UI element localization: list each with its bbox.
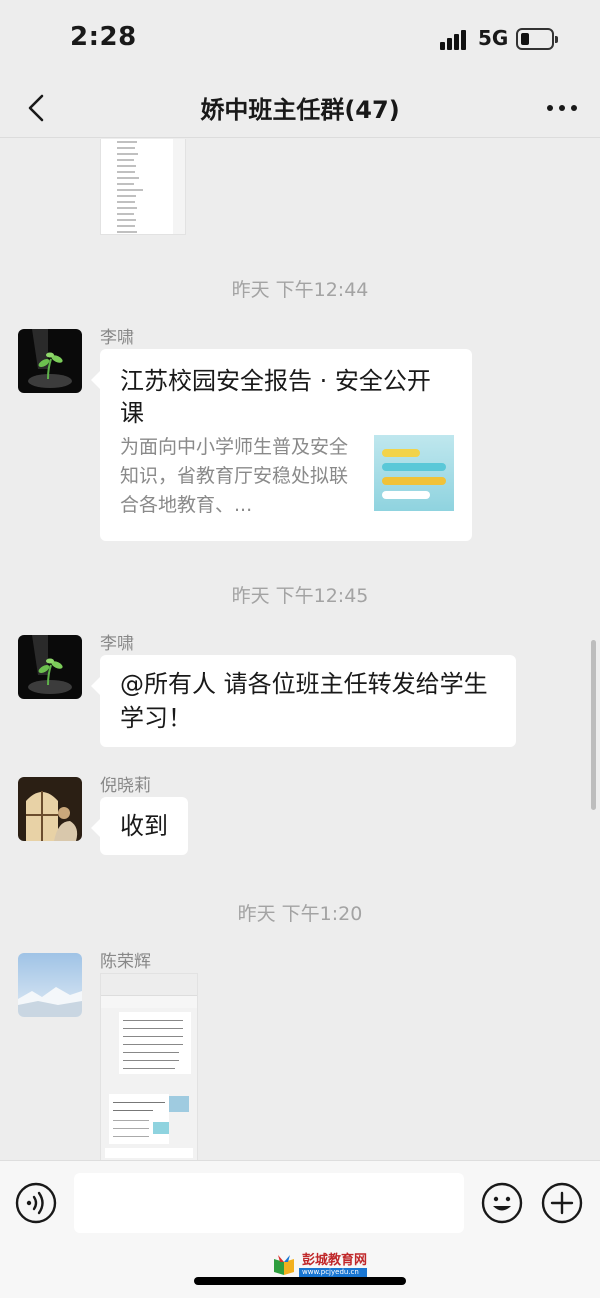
emoji-icon — [481, 1182, 523, 1224]
add-icon — [541, 1182, 583, 1224]
voice-icon — [15, 1182, 57, 1224]
watermark-url: www.pcjyedu.cn — [299, 1267, 368, 1277]
sender-name: 李啸 — [100, 634, 134, 654]
watermark-text: 彭城教育网 — [302, 1252, 368, 1268]
nav-bar: 娇中班主任群(47) — [0, 80, 600, 138]
chat-scrollbar[interactable] — [591, 640, 596, 810]
time-separator: 昨天 下午1:20 — [237, 903, 363, 925]
sprout-avatar-image — [18, 635, 82, 699]
image-message-screenshot[interactable] — [100, 973, 198, 1160]
forwarded-screenshot-image — [101, 974, 197, 1160]
more-button[interactable] — [544, 90, 580, 126]
sender-name: 李啸 — [100, 328, 134, 348]
text-message[interactable]: @所有人 请各位班主任转发给学生学习！ — [91, 655, 516, 747]
time-separator: 昨天 下午12:44 — [231, 279, 369, 301]
image-message-document[interactable] — [100, 139, 186, 235]
link-card-message[interactable]: 江苏校园安全报告 · 安全公开课 为面向中小学师生普及安全知识，省教育厅安稳处拟… — [91, 349, 472, 541]
status-time: 2:28 — [70, 22, 137, 52]
chat-title: 娇中班主任群(47) — [200, 96, 400, 124]
sender-name: 倪晓莉 — [100, 776, 151, 796]
add-button[interactable] — [540, 1181, 584, 1225]
link-card-title: 江苏校园安全报告 · 安全公开课 — [120, 367, 431, 427]
signal-icon — [440, 28, 470, 50]
document-image — [101, 139, 185, 234]
time-separator: 昨天 下午12:45 — [231, 585, 369, 607]
snow-landscape-avatar-image — [18, 953, 82, 1017]
home-indicator[interactable] — [194, 1277, 406, 1285]
text-message[interactable]: 收到 — [91, 797, 188, 855]
battery-icon — [516, 28, 558, 50]
sprout-avatar-image — [18, 329, 82, 393]
window-portrait-avatar-image — [18, 777, 82, 841]
link-card-description: 为面向中小学师生普及安全知识，省教育厅安稳处拟联合各地教育、... — [120, 436, 349, 516]
avatar-chenronghui[interactable] — [18, 953, 82, 1017]
emoji-button[interactable] — [480, 1181, 524, 1225]
avatar-lixiao[interactable] — [18, 329, 82, 393]
sender-name: 陈荣辉 — [100, 952, 151, 972]
network-label: 5G — [478, 26, 509, 50]
message-text: @所有人 请各位班主任转发给学生学习！ — [120, 670, 488, 732]
more-dots-icon — [547, 105, 577, 111]
link-card-thumbnail — [374, 435, 454, 511]
message-text: 收到 — [120, 812, 168, 840]
book-logo-icon — [274, 1255, 294, 1275]
watermark-logo: 彭城教育网 www.pcjyedu.cn — [272, 1252, 368, 1278]
voice-button[interactable] — [14, 1181, 58, 1225]
status-bar: 2:28 5G — [0, 0, 600, 80]
chat-area[interactable]: 昨天 下午12:44 李啸 江苏校园安全报告 · 安全公开课 为面向中小学师生普… — [0, 139, 600, 1160]
avatar-nixiaoli[interactable] — [18, 777, 82, 841]
message-input[interactable] — [74, 1173, 464, 1233]
avatar-lixiao[interactable] — [18, 635, 82, 699]
